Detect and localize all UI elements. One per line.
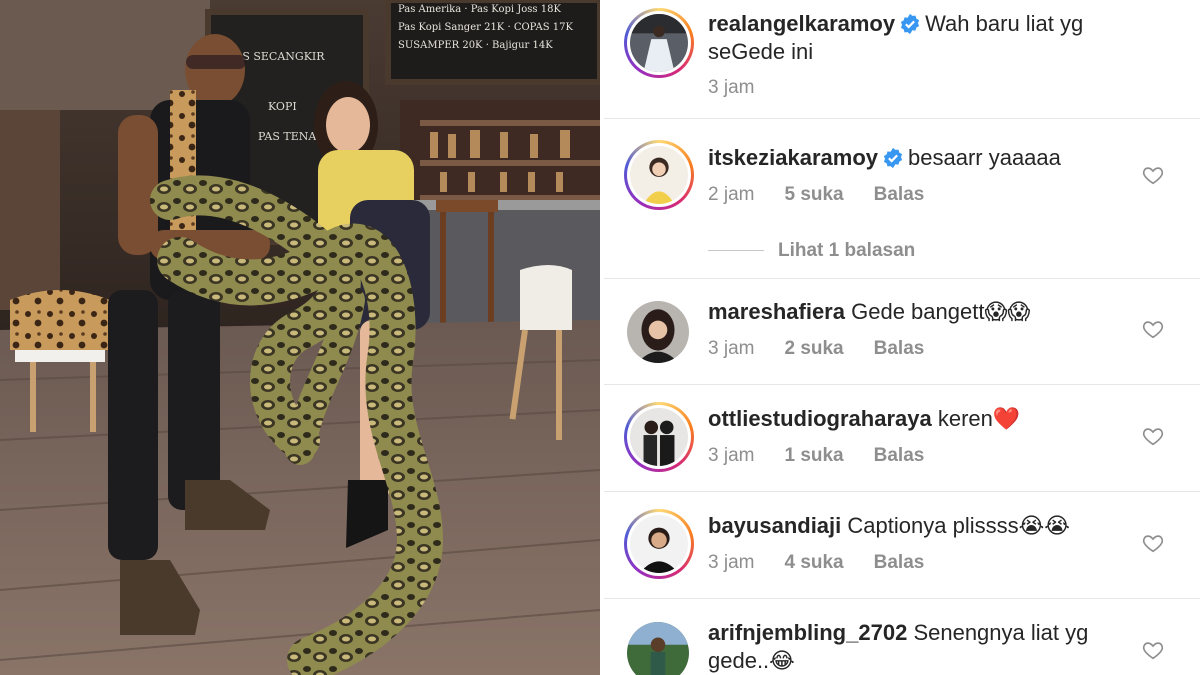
like-count[interactable]: 4 suka	[784, 552, 843, 573]
heart-outline-icon[interactable]	[1142, 532, 1164, 554]
comment-username[interactable]: bayusandiaji	[708, 513, 841, 538]
view-replies-line	[708, 250, 764, 252]
comment-body: keren❤️	[937, 406, 1021, 431]
avatar[interactable]	[624, 140, 694, 210]
separator	[604, 491, 1200, 492]
comment-text-block: realangelkaramoy Wah baru liat yg seGede …	[708, 10, 1128, 66]
photo-illustration: Pas Amerika · Pas Kopi Joss 18K Pas Kopi…	[0, 0, 600, 675]
comment-text-block: mareshafiera Gede bangett😱😱	[708, 298, 1128, 326]
heart-outline-icon[interactable]	[1142, 164, 1164, 186]
comment-time: 3 jam	[708, 338, 755, 359]
separator	[604, 384, 1200, 385]
verified-badge-icon	[899, 13, 921, 35]
avatar[interactable]	[624, 402, 694, 472]
heart-outline-icon[interactable]	[1142, 318, 1164, 340]
like-count[interactable]: 2 suka	[784, 338, 843, 359]
wall-sign-text: KOPI	[268, 100, 297, 113]
avatar[interactable]	[627, 622, 689, 675]
menu-board-text: Pas Amerika · Pas Kopi Joss 18K	[398, 4, 561, 15]
comment-body: Captionya plissss😭😭	[847, 513, 1071, 538]
comment-body: besaarr yaaaaa	[908, 145, 1061, 170]
reply-button[interactable]: Balas	[874, 552, 925, 573]
comment-body: Gede bangett😱😱	[851, 299, 1031, 324]
separator	[604, 118, 1200, 119]
view-replies-label: Lihat 1 balasan	[778, 240, 916, 261]
heart-outline-icon[interactable]	[1142, 425, 1164, 447]
comment-username[interactable]: arifnjembling_2702	[708, 620, 907, 645]
separator	[604, 278, 1200, 279]
comment-username[interactable]: mareshafiera	[708, 299, 845, 324]
comment-meta: 3 jam 1 suka Balas	[708, 445, 954, 467]
heart-outline-icon[interactable]	[1142, 639, 1164, 661]
post-photo: Pas Amerika · Pas Kopi Joss 18K Pas Kopi…	[0, 0, 600, 675]
like-count[interactable]: 1 suka	[784, 445, 843, 466]
avatar[interactable]	[627, 301, 689, 363]
comment-text-block: ottliestudiograharaya keren❤️	[708, 405, 1128, 433]
reply-button[interactable]: Balas	[874, 338, 925, 359]
reply-button[interactable]: Balas	[874, 445, 925, 466]
like-count[interactable]: 5 suka	[784, 184, 843, 205]
couple-avatar	[630, 408, 688, 466]
comment-meta: 3 jam 4 suka Balas	[708, 552, 954, 574]
menu-board-text: SUSAMPER 20K · Bajigur 14K	[398, 40, 553, 51]
comment-text-block: itskeziakaramoy besaarr yaaaaa	[708, 144, 1128, 172]
woman-yellow-avatar	[630, 146, 688, 204]
comment-meta: 3 jam	[708, 77, 784, 99]
avatar[interactable]	[624, 8, 694, 78]
comment-username[interactable]: ottliestudiograharaya	[708, 406, 932, 431]
comment-username[interactable]: itskeziakaramoy	[708, 145, 878, 170]
separator	[604, 598, 1200, 599]
comment-time: 3 jam	[708, 445, 755, 466]
comment-meta: 2 jam 5 suka Balas	[708, 184, 954, 206]
view-replies-button[interactable]: Lihat 1 balasan	[708, 240, 915, 262]
avatar[interactable]	[624, 509, 694, 579]
woman-white-dress-avatar	[630, 14, 688, 72]
man-portrait-avatar	[630, 515, 688, 573]
man-outdoor-avatar	[627, 622, 689, 675]
reply-button[interactable]: Balas	[874, 184, 925, 205]
comment-time: 3 jam	[708, 552, 755, 573]
comment-username[interactable]: realangelkaramoy	[708, 11, 895, 36]
comment-time: 3 jam	[708, 77, 755, 98]
comment-text-block: arifnjembling_2702 Senengnya liat yg ged…	[708, 619, 1128, 675]
verified-badge-icon	[882, 147, 904, 169]
woman-dark-hair-avatar	[627, 301, 689, 363]
comment-time: 2 jam	[708, 184, 755, 205]
comment-meta: 3 jam 2 suka Balas	[708, 338, 954, 360]
comment-text-block: bayusandiaji Captionya plissss😭😭	[708, 512, 1128, 540]
comments-panel[interactable]: realangelkaramoy Wah baru liat yg seGede …	[604, 0, 1200, 675]
menu-board-text: Pas Kopi Sanger 21K · COPAS 17K	[398, 22, 573, 33]
